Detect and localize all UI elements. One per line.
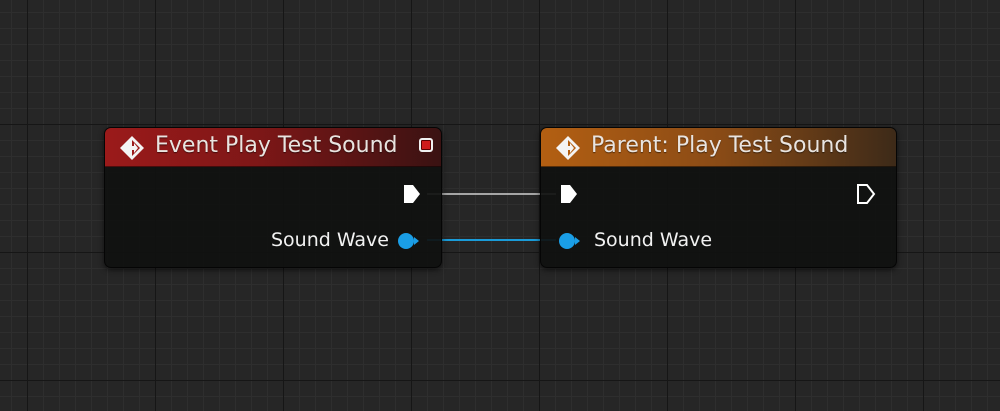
exec-out-pin[interactable]	[402, 183, 422, 205]
sound-wave-pin-label: Sound Wave	[270, 229, 389, 251]
sound-wave-output-pin[interactable]	[397, 231, 421, 251]
exec-out-pin[interactable]	[856, 183, 876, 205]
sound-wave-input-pin[interactable]	[558, 231, 582, 251]
function-diamond-icon	[556, 136, 580, 160]
parent-play-test-sound-node[interactable]: Parent: Play Test Sound Sound Wave	[540, 127, 897, 268]
event-play-test-sound-node[interactable]: Event Play Test Sound Sound Wave	[104, 127, 442, 268]
node-header[interactable]: Parent: Play Test Sound	[541, 128, 896, 167]
node-header[interactable]: Event Play Test Sound	[105, 128, 441, 167]
node-title: Event Play Test Sound	[155, 133, 398, 158]
sound-wave-pin-label: Sound Wave	[594, 229, 713, 251]
node-title: Parent: Play Test Sound	[591, 133, 849, 158]
stop-icon[interactable]	[419, 138, 433, 152]
exec-in-pin[interactable]	[559, 183, 579, 205]
event-diamond-icon	[120, 136, 144, 160]
